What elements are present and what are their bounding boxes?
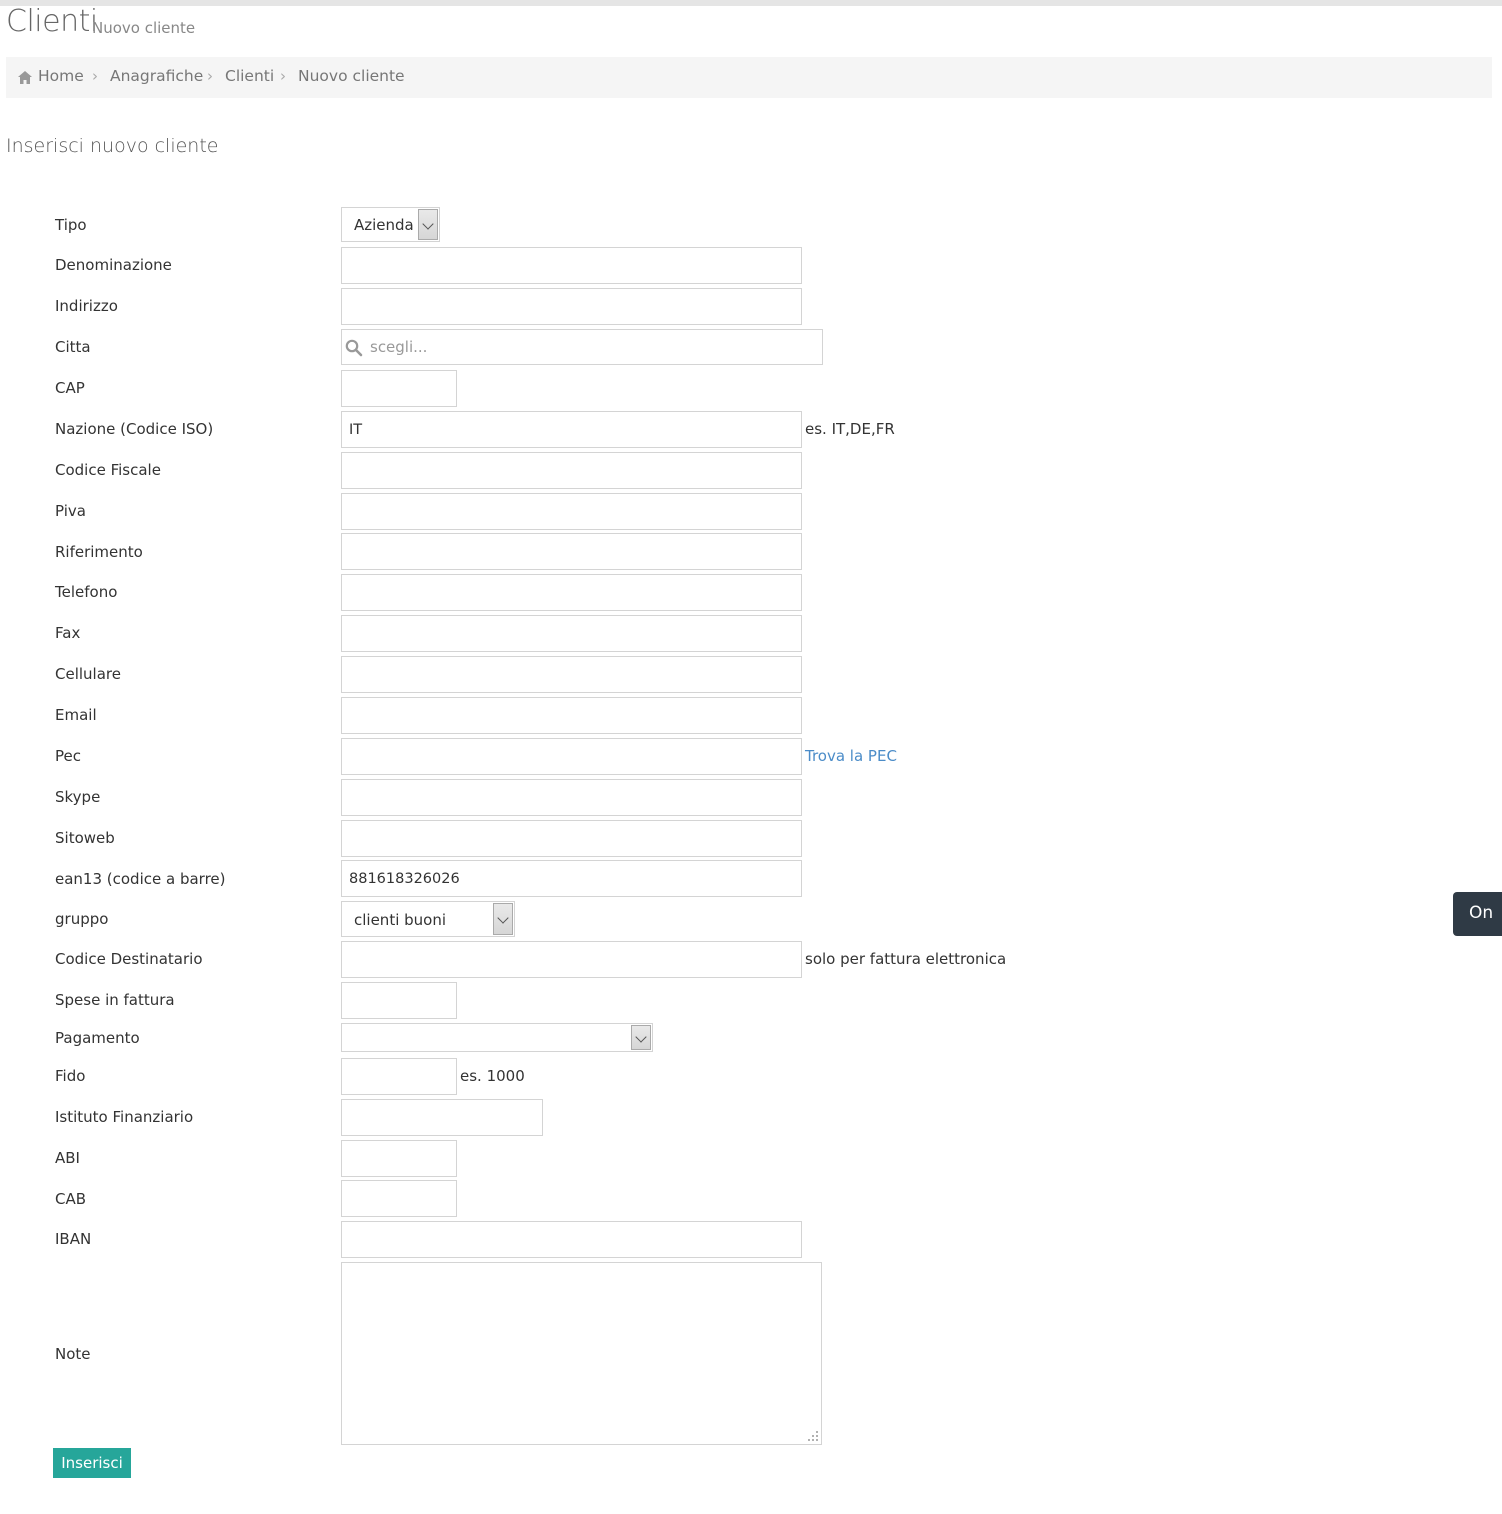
tipo-select-value: Azienda — [354, 216, 414, 234]
codice-destinatario-label: Codice Destinatario — [55, 950, 203, 968]
breadcrumb: Home › Anagrafiche › Clienti › Nuovo cli… — [6, 57, 1492, 98]
cap-input[interactable] — [341, 370, 457, 407]
ean13-input[interactable] — [341, 860, 802, 897]
tipo-label: Tipo — [55, 216, 87, 234]
cab-label: CAB — [55, 1190, 87, 1208]
spese-input[interactable] — [341, 982, 457, 1019]
breadcrumb-clienti[interactable]: Clienti — [225, 67, 274, 85]
codice-fiscale-label: Codice Fiscale — [55, 461, 161, 479]
fido-hint: es. 1000 — [460, 1067, 525, 1085]
gruppo-select-value: clienti buoni — [354, 911, 447, 929]
codice-destinatario-input[interactable] — [341, 941, 802, 978]
piva-label: Piva — [55, 502, 86, 520]
gruppo-select[interactable]: clienti buoni — [341, 901, 515, 937]
fido-label: Fido — [55, 1067, 86, 1085]
codice-destinatario-hint: solo per fattura elettronica — [805, 950, 1007, 968]
nazione-label: Nazione (Codice ISO) — [55, 420, 214, 438]
email-label: Email — [55, 706, 97, 724]
telefono-input[interactable] — [341, 574, 802, 611]
spese-label: Spese in fattura — [55, 991, 175, 1009]
abi-input[interactable] — [341, 1140, 457, 1177]
breadcrumb-current: Nuovo cliente — [298, 67, 405, 85]
tipo-select[interactable]: Azienda — [341, 207, 440, 242]
iban-input[interactable] — [341, 1221, 802, 1258]
chevron-down-icon — [631, 1025, 651, 1050]
abi-label: ABI — [55, 1149, 80, 1167]
chevron-right-icon: › — [280, 67, 286, 85]
trova-pec-link[interactable]: Trova la PEC — [805, 747, 897, 765]
email-input[interactable] — [341, 697, 802, 734]
riferimento-label: Riferimento — [55, 543, 143, 561]
piva-input[interactable] — [341, 493, 802, 530]
skype-label: Skype — [55, 788, 101, 806]
skype-input[interactable] — [341, 779, 802, 816]
denominazione-label: Denominazione — [55, 256, 172, 274]
citta-label: Citta — [55, 338, 91, 356]
iban-label: IBAN — [55, 1230, 92, 1248]
page-title: Clienti — [6, 4, 98, 39]
indirizzo-label: Indirizzo — [55, 297, 118, 315]
cellulare-input[interactable] — [341, 656, 802, 693]
nazione-input[interactable] — [341, 411, 802, 448]
side-tab[interactable]: On — [1453, 892, 1502, 936]
gruppo-label: gruppo — [55, 910, 109, 928]
note-label: Note — [55, 1345, 91, 1363]
top-bar — [0, 0, 1502, 6]
chevron-right-icon: › — [92, 67, 98, 85]
sitoweb-input[interactable] — [341, 820, 802, 857]
istituto-input[interactable] — [341, 1099, 543, 1136]
citta-placeholder: scegli... — [370, 338, 428, 356]
chevron-down-icon — [493, 903, 513, 935]
indirizzo-input[interactable] — [341, 288, 802, 325]
riferimento-input[interactable] — [341, 533, 802, 570]
section-title: Inserisci nuovo cliente — [6, 135, 219, 157]
istituto-label: Istituto Finanziario — [55, 1108, 194, 1126]
fax-input[interactable] — [341, 615, 802, 652]
pec-label: Pec — [55, 747, 81, 765]
search-icon — [345, 339, 363, 357]
cellulare-label: Cellulare — [55, 665, 121, 683]
fido-input[interactable] — [341, 1058, 457, 1095]
pagamento-select[interactable] — [341, 1023, 653, 1052]
sitoweb-label: Sitoweb — [55, 829, 115, 847]
codice-fiscale-input[interactable] — [341, 452, 802, 489]
ean13-label: ean13 (codice a barre) — [55, 870, 226, 888]
breadcrumb-home[interactable]: Home — [38, 67, 84, 85]
telefono-label: Telefono — [55, 583, 118, 601]
chevron-down-icon — [418, 209, 438, 240]
chevron-right-icon: › — [207, 67, 213, 85]
nazione-hint: es. IT,DE,FR — [805, 420, 895, 438]
pec-input[interactable] — [341, 738, 802, 775]
resize-grip-icon[interactable] — [807, 1430, 819, 1442]
inserisci-button[interactable]: Inserisci — [53, 1448, 131, 1478]
denominazione-input[interactable] — [341, 247, 802, 284]
home-icon — [18, 71, 32, 84]
note-textarea[interactable] — [341, 1262, 822, 1445]
page-subtitle: Nuovo cliente — [92, 19, 196, 37]
pagamento-label: Pagamento — [55, 1029, 140, 1047]
breadcrumb-anagrafiche[interactable]: Anagrafiche — [110, 67, 203, 85]
cab-input[interactable] — [341, 1180, 457, 1217]
fax-label: Fax — [55, 624, 81, 642]
cap-label: CAP — [55, 379, 85, 397]
